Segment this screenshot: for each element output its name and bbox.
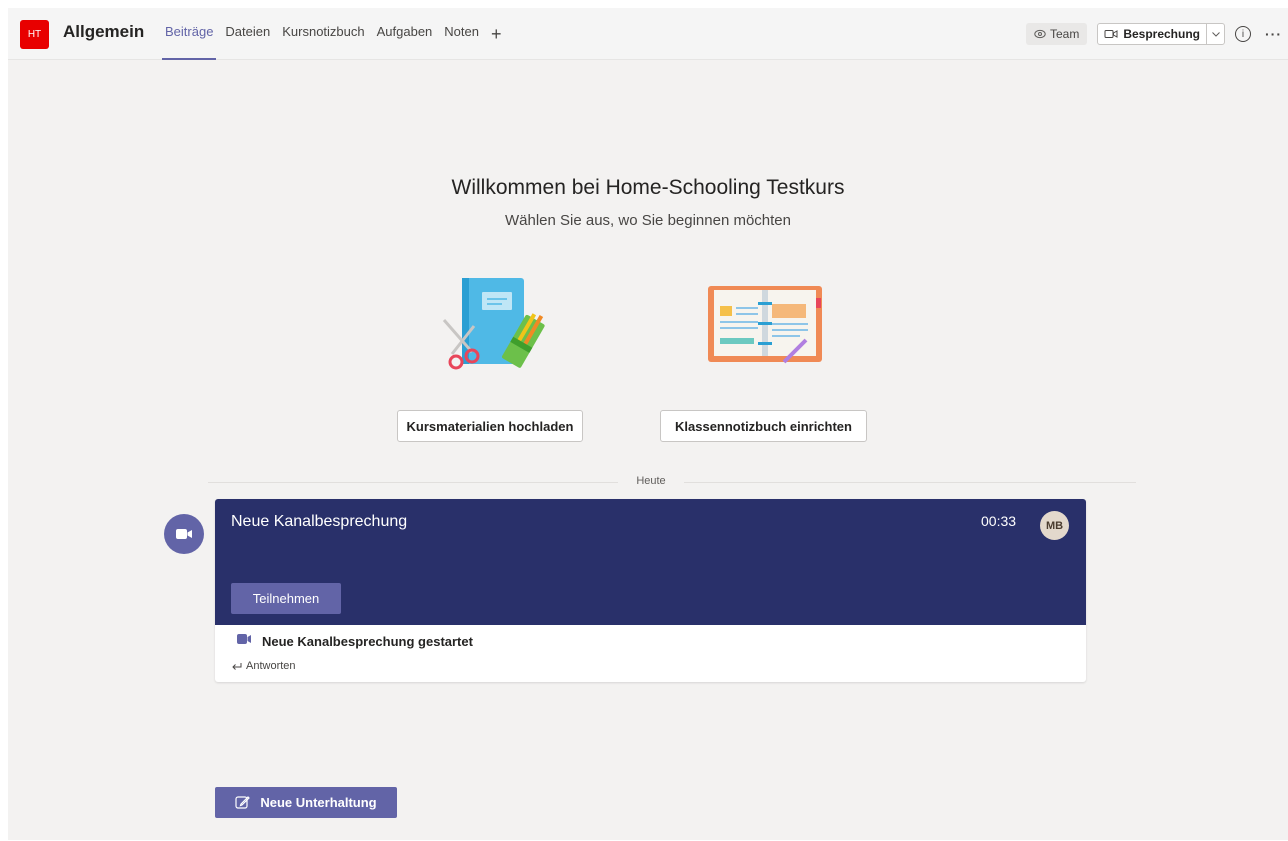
- team-avatar[interactable]: HT: [20, 20, 49, 49]
- meeting-author-icon: [164, 514, 204, 554]
- more-icon[interactable]: ···: [1265, 26, 1282, 42]
- channel-header: HT Allgemein Beiträge Dateien Kursnotizb…: [8, 8, 1288, 60]
- meeting-started-text: Neue Kanalbesprechung gestartet: [262, 634, 473, 649]
- compose-icon: [235, 796, 251, 809]
- participant-avatar[interactable]: MB: [1040, 511, 1069, 540]
- meeting-title: Neue Kanalbesprechung: [231, 513, 408, 530]
- date-divider: Heute: [636, 475, 666, 487]
- info-icon[interactable]: i: [1235, 26, 1251, 42]
- meeting-banner: Neue Kanalbesprechung 00:33 MB Teilnehme…: [215, 499, 1086, 625]
- meeting-button-label: Besprechung: [1123, 27, 1200, 41]
- tab-beitraege[interactable]: Beiträge: [159, 8, 219, 60]
- tab-dateien[interactable]: Dateien: [219, 8, 276, 60]
- teams-app: HT Allgemein Beiträge Dateien Kursnotizb…: [8, 8, 1288, 840]
- video-camera-icon: [176, 529, 192, 539]
- join-meeting-button[interactable]: Teilnehmen: [231, 583, 341, 614]
- tab-noten[interactable]: Noten: [438, 8, 485, 60]
- reply-link[interactable]: Antworten: [231, 660, 296, 672]
- meeting-duration: 00:33: [981, 513, 1017, 529]
- team-button-label: Team: [1049, 27, 1080, 41]
- welcome-subtitle: Wählen Sie aus, wo Sie beginnen möchten: [504, 212, 791, 229]
- video-camera-icon: [1104, 29, 1118, 38]
- tab-kursnotizbuch[interactable]: Kursnotizbuch: [276, 8, 370, 60]
- video-camera-icon: [237, 634, 251, 644]
- welcome-title: Willkommen bei Home-Schooling Testkurs: [451, 176, 845, 199]
- header-tools: Team Besprechung i ···: [1025, 8, 1288, 60]
- divider-left: [208, 482, 618, 483]
- tab-aufgaben[interactable]: Aufgaben: [371, 8, 439, 60]
- new-conversation-button[interactable]: Neue Unterhaltung: [215, 787, 397, 818]
- meeting-split-button[interactable]: Besprechung: [1097, 23, 1225, 45]
- chevron-down-icon[interactable]: [1206, 24, 1224, 44]
- upload-materials-button[interactable]: Kursmaterialien hochladen: [397, 410, 583, 442]
- channel-tabs: Beiträge Dateien Kursnotizbuch Aufgaben …: [159, 8, 508, 60]
- setup-notebook-button[interactable]: Klassennotizbuch einrichten: [660, 410, 867, 442]
- plus-icon[interactable]: +: [485, 11, 508, 57]
- meeting-button[interactable]: Besprechung: [1098, 24, 1206, 44]
- reply-label: Antworten: [246, 660, 296, 672]
- new-conversation-label: Neue Unterhaltung: [260, 795, 377, 810]
- meeting-card: Neue Kanalbesprechung 00:33 MB Teilnehme…: [215, 499, 1086, 682]
- class-notebook-illustration: [708, 286, 822, 364]
- channel-title: Allgemein: [63, 22, 145, 41]
- team-button[interactable]: Team: [1025, 23, 1088, 45]
- eye-icon: [1034, 29, 1046, 39]
- course-materials-illustration: [442, 278, 545, 370]
- reply-icon: [232, 662, 242, 670]
- divider-right: [684, 482, 1136, 483]
